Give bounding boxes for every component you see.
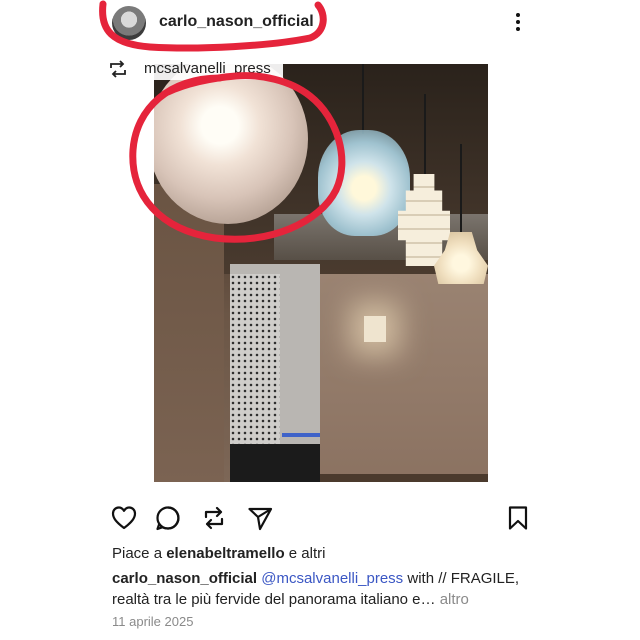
photo-wall-left [154,184,224,482]
photo-cord [460,144,462,234]
photo-wall-sconce [364,316,386,342]
photo-cord [424,94,426,174]
caption-mention[interactable]: @mcsalvanelli_press [261,570,403,587]
photo-cord [362,64,364,134]
photo-corridor-floor [230,444,320,482]
photo-floor [320,474,488,482]
caption-text-2: realtà tra le più fervide del panorama i… [112,591,436,608]
repost-icon [110,60,126,78]
photo-wall-right [320,274,488,482]
post-username[interactable]: carlo_nason_official [159,13,314,31]
repost-arrows-icon[interactable] [200,504,228,532]
more-vertical-icon[interactable] [508,10,528,36]
photo-glass-lamp [318,130,410,236]
likes-prefix: Piace a [112,545,163,562]
caption-username[interactable]: carlo_nason_official [112,570,257,587]
avatar[interactable] [112,6,146,40]
photo-perforated-panel [230,274,280,470]
send-icon[interactable] [246,504,274,532]
post-header: carlo_nason_official [0,0,640,48]
caption-text: with // FRAGILE, [403,570,520,587]
post-photo[interactable] [154,64,488,482]
comment-icon[interactable] [154,504,182,532]
bookmark-icon[interactable] [504,504,532,532]
photo-blue-strip [282,433,320,437]
post-date: 11 aprile 2025 [112,614,194,629]
repost-tag-label[interactable]: mcsalvanelli_press [126,58,283,80]
likes-user[interactable]: elenabeltramello [166,545,284,562]
likes-suffix[interactable]: e altri [289,545,326,562]
likes-line: Piace a elenabeltramello e altri [112,545,325,562]
heart-icon[interactable] [110,504,138,532]
caption: carlo_nason_official @mcsalvanelli_press… [112,568,532,610]
caption-more-link[interactable]: altro [440,591,469,608]
action-bar [108,504,532,534]
